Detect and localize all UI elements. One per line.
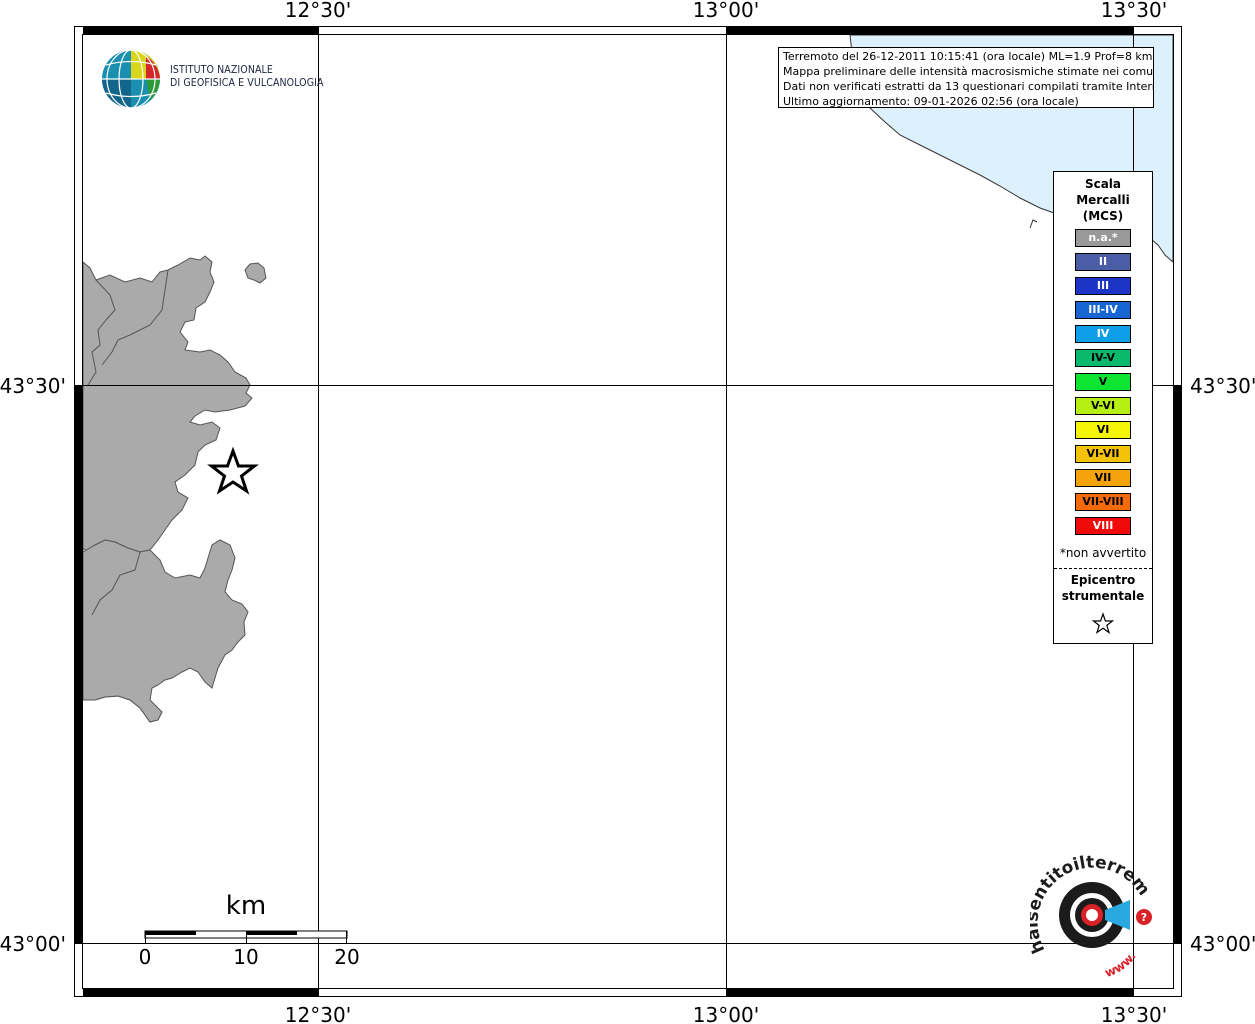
ingv-globe-icon (102, 49, 160, 109)
bottom-lon-label-3: 13°30' (1101, 1003, 1167, 1024)
hst-logo-www: www. (1103, 949, 1139, 980)
ingv-logo: ISTITUTO NAZIONALE DI GEOFISICA E VULCAN… (100, 48, 323, 110)
event-info-line2: Mappa preliminare delle intensità macros… (783, 65, 1154, 78)
event-info-box: Terremoto del 26-12-2011 10:15:41 (ora l… (778, 47, 1154, 108)
legend-chip: IV-V (1075, 349, 1131, 367)
legend-chip: n.a.* (1075, 229, 1131, 247)
legend-chip: III (1075, 277, 1131, 295)
ingv-logo-line1: ISTITUTO NAZIONALE (170, 64, 273, 76)
scale-tick-20: 20 (334, 945, 359, 969)
legend-chip: VI-VII (1075, 445, 1131, 463)
legend-chip: VII-VIII (1075, 493, 1131, 511)
top-lon-label-3: 13°30' (1101, 0, 1167, 22)
scale-unit: km (226, 891, 266, 921)
legend-chip: V (1075, 373, 1131, 391)
mcs-legend: Scala Mercalli (MCS) n.a.* II III III-IV IV I… (1053, 171, 1153, 644)
svg-text:?: ? (1141, 911, 1147, 924)
scale-tick-10: 10 (233, 945, 258, 969)
ingv-logo-text: ISTITUTO NAZIONALE DI GEOFISICA E VULCAN… (170, 64, 324, 90)
right-lat-label-1: 43°30' (1190, 374, 1255, 398)
legend-chip: V-VI (1075, 397, 1131, 415)
legend-star-icon (1091, 612, 1115, 635)
legend-epicenter-line2: strumentale (1061, 589, 1145, 603)
event-info-line1: Terremoto del 26-12-2011 10:15:41 (ora l… (783, 50, 1153, 63)
event-info-line4: Ultimo aggiornamento: 09-01-2026 02:56 (… (783, 95, 1079, 108)
legend-title-line3: (MCS) (1082, 209, 1124, 223)
bottom-lon-label-2: 13°00' (693, 1003, 759, 1024)
scale-tick-0: 0 (139, 945, 152, 969)
legend-title-line2: Mercalli (1076, 193, 1130, 207)
legend-epicenter-line1: Epicentro (1070, 573, 1136, 587)
right-lat-label-2: 43°00' (1190, 932, 1255, 956)
event-info-line3: Dati non verificati estratti da 13 quest… (783, 80, 1154, 93)
legend-chip: II (1075, 253, 1131, 271)
hst-logo: ? haisentitoilterremoto.it www. (1022, 840, 1160, 985)
legend-chip: VIII (1075, 517, 1131, 535)
legend-note: *non avvertito (1059, 546, 1147, 560)
hst-logo-icon: ? haisentitoilterremoto.it www. (1022, 840, 1153, 980)
legend-epicenter-label: Epicentro strumentale (1054, 572, 1152, 604)
left-lat-label-1: 43°30' (0, 374, 66, 398)
legend-chip: III-IV (1075, 301, 1131, 319)
legend-chip: VII (1075, 469, 1131, 487)
left-lat-label-2: 43°00' (0, 932, 66, 956)
legend-divider (1054, 568, 1152, 569)
top-lon-label-1: 12°30' (285, 0, 351, 22)
bottom-lon-label-1: 12°30' (285, 1003, 351, 1024)
legend-title-line1: Scala (1084, 177, 1122, 191)
top-lon-label-2: 13°00' (693, 0, 759, 22)
legend-chip: VI (1075, 421, 1131, 439)
legend-chip: IV (1075, 325, 1131, 343)
ingv-logo-line2: DI GEOFISICA E VULCANOLOGIA (170, 77, 324, 89)
